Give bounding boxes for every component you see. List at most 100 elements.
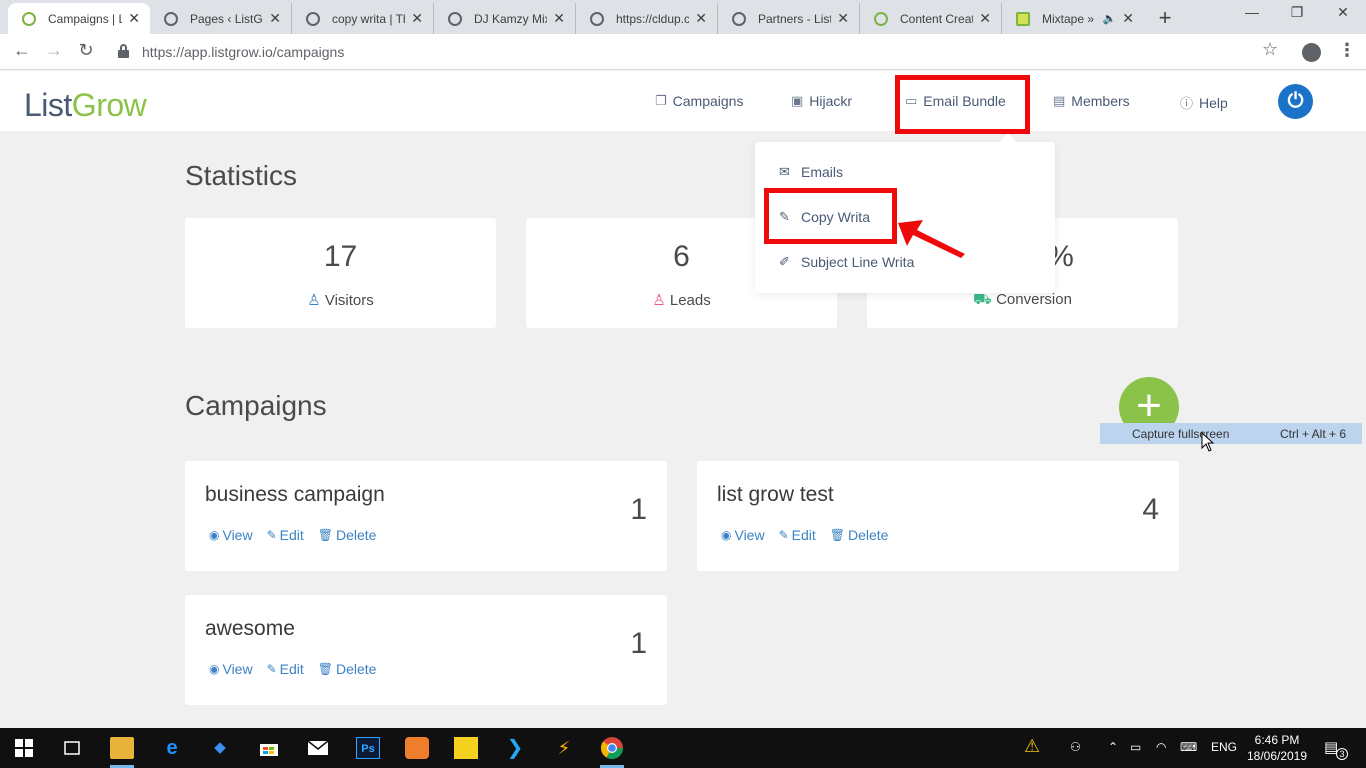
delete-link[interactable]: 🗑 Delete (318, 661, 377, 677)
nav-label: Members (1071, 93, 1130, 109)
dropbox-icon[interactable]: ◆ (208, 737, 232, 759)
browser-tab-content-creati[interactable]: Content Creati ✕ (860, 3, 1002, 34)
close-window-button[interactable]: ✕ (1328, 4, 1358, 21)
sticky-notes-icon[interactable] (454, 737, 478, 759)
tab-close-icon[interactable]: ✕ (553, 10, 565, 27)
vscode-icon[interactable]: ❯ (503, 737, 527, 759)
notification-count-badge: 3 (1336, 748, 1348, 760)
eye-icon: ◉ (209, 662, 220, 676)
browser-tab-partners[interactable]: Partners - ListC ✕ (718, 3, 860, 34)
language-indicator[interactable]: ENG (1211, 740, 1237, 754)
mouse-cursor-icon (1201, 432, 1215, 452)
tab-close-icon[interactable]: ✕ (837, 10, 849, 27)
edge-browser-icon[interactable]: e (160, 737, 184, 759)
browser-tab-mixtape[interactable]: Mixtape » 🔈 ✕ (1002, 3, 1144, 34)
tab-title: DJ Kamzy Mixt (474, 11, 548, 26)
campaigns-icon: ❐ (655, 93, 667, 108)
view-link[interactable]: ◉ View (209, 661, 253, 677)
trash-icon: 🗑 (317, 528, 333, 542)
task-view-icon[interactable] (60, 737, 84, 759)
edit-link[interactable]: ✎ Edit (267, 527, 304, 543)
statistics-heading: Statistics (185, 160, 298, 191)
globe-icon (306, 11, 320, 26)
clock-time: 6:46 PM (1254, 733, 1300, 747)
user-icon: ♙ (652, 292, 666, 309)
nav-hijackr[interactable]: ▣ Hijackr (791, 93, 852, 109)
tab-close-icon[interactable]: ✕ (1122, 10, 1134, 27)
campaign-actions: ◉ View ✎ Edit 🗑 Delete (721, 527, 902, 543)
profile-avatar-icon[interactable] (1302, 43, 1321, 62)
nav-help[interactable]: ⓘ Help (1180, 93, 1228, 112)
tab-title: Pages ‹ ListGro (190, 11, 263, 26)
nav-label: Campaigns (672, 93, 744, 109)
xampp-icon[interactable] (405, 737, 429, 759)
back-button[interactable]: ← (10, 40, 34, 61)
store-icon[interactable] (257, 737, 281, 759)
listgrow-favicon-icon (874, 11, 888, 26)
mixtape-favicon-icon (1016, 11, 1030, 26)
delete-link[interactable]: 🗑 Delete (830, 527, 889, 543)
annotation-arrow-icon (898, 220, 965, 258)
edit-link[interactable]: ✎ Edit (779, 527, 816, 543)
app-header: ListGrow ❐ Campaigns ▣ Hijackr ▭ Email B… (0, 71, 1366, 131)
nav-members[interactable]: ▤ Members (1053, 93, 1130, 109)
browser-menu-icon[interactable]: ⋮ (1338, 40, 1356, 61)
campaign-count: 4 (1142, 493, 1159, 526)
windows-start-icon[interactable] (12, 737, 36, 759)
power-logout-icon[interactable]: ⏻ (1278, 84, 1313, 119)
delete-link[interactable]: 🗑 Delete (318, 527, 377, 543)
trash-icon: 🗑 (317, 662, 333, 676)
forward-button[interactable]: → (42, 40, 66, 61)
tab-title: Campaigns | Li (48, 11, 123, 26)
nav-label: Hijackr (809, 93, 853, 109)
battery-icon[interactable]: ▭ (1130, 740, 1141, 754)
nav-campaigns[interactable]: ❐ Campaigns (655, 93, 743, 109)
reload-button[interactable]: ↻ (74, 40, 98, 61)
warning-icon[interactable]: ⚠ (1024, 736, 1040, 757)
user-icon: ♙ (307, 292, 321, 309)
url-input[interactable]: https://app.listgrow.io/campaigns (142, 44, 344, 60)
chevron-up-icon[interactable]: ⌃ (1108, 740, 1118, 754)
browser-tab-pages[interactable]: Pages ‹ ListGro ✕ (150, 3, 292, 34)
chrome-icon[interactable] (600, 737, 624, 759)
lightning-app-icon[interactable]: ⚡ (552, 737, 576, 759)
edit-link[interactable]: ✎ Edit (267, 661, 304, 677)
browser-tab-dj-kamzy[interactable]: DJ Kamzy Mixt ✕ (434, 3, 576, 34)
tab-close-icon[interactable]: ✕ (269, 10, 281, 27)
minimize-button[interactable]: — (1237, 4, 1267, 20)
annotation-highlight-copy-writa (764, 188, 897, 244)
tab-close-icon[interactable]: ✕ (979, 10, 991, 27)
listgrow-favicon-icon (22, 11, 36, 26)
envelope-icon: ✉ (779, 164, 790, 179)
bookmark-star-icon[interactable]: ☆ (1262, 39, 1278, 60)
tab-title: copy writa | Th (332, 11, 406, 26)
file-explorer-icon[interactable] (110, 737, 134, 759)
browser-tabbar: Campaigns | Li ✕ Pages ‹ ListGro ✕ copy … (0, 0, 1366, 34)
browser-tab-campaigns[interactable]: Campaigns | Li ✕ (8, 3, 150, 34)
keyboard-icon[interactable]: ⌨ (1180, 740, 1197, 754)
tab-close-icon[interactable]: ✕ (695, 10, 707, 27)
campaign-card: awesome 1 ◉ View ✎ Edit 🗑 Delete (185, 595, 667, 705)
stat-label: ⛟ Conversion (973, 291, 1072, 308)
browser-tab-copy-writa[interactable]: copy writa | Th ✕ (292, 3, 434, 34)
view-link[interactable]: ◉ View (209, 527, 253, 543)
tab-title: Content Creati (900, 11, 974, 26)
wifi-icon[interactable]: ◠ (1156, 740, 1166, 754)
wrench-icon: ✎ (778, 528, 789, 542)
tab-close-icon[interactable]: ✕ (128, 10, 140, 27)
browser-tab-cldup[interactable]: https://cldup.c ✕ (576, 3, 718, 34)
taskbar-clock[interactable]: 6:46 PM 18/06/2019 (1246, 732, 1308, 764)
pen-nib-icon: ✐ (779, 254, 790, 269)
people-icon[interactable]: ⚇ (1070, 740, 1081, 754)
new-tab-button[interactable]: + (1154, 5, 1176, 31)
listgrow-logo[interactable]: ListGrow (24, 87, 147, 124)
mail-icon[interactable] (306, 737, 330, 759)
shopping-bag-icon: ⛟ (973, 291, 992, 308)
tab-close-icon[interactable]: ✕ (411, 10, 423, 27)
campaign-name: awesome (205, 617, 295, 640)
maximize-button[interactable]: ❐ (1282, 4, 1312, 21)
speaker-icon[interactable]: 🔈 (1103, 12, 1117, 25)
dropdown-item-emails[interactable]: ✉ Emails (779, 164, 843, 180)
view-link[interactable]: ◉ View (721, 527, 765, 543)
photoshop-icon[interactable]: Ps (356, 737, 380, 759)
